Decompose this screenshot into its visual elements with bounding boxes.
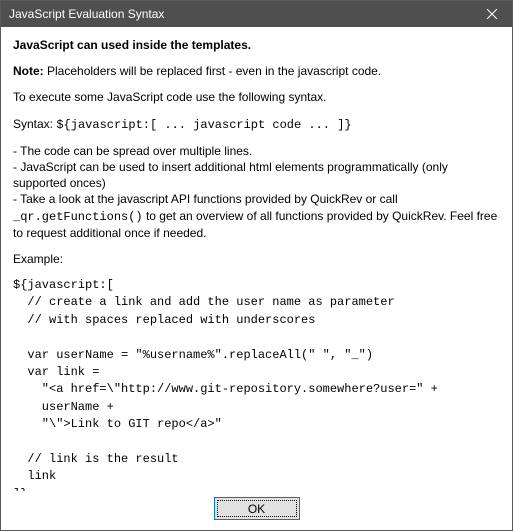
button-row: OK	[1, 491, 512, 530]
note-placeholders: Note: Placeholders will be replaced firs…	[13, 63, 500, 79]
note-label: Note:	[13, 64, 44, 78]
bullet-code: _qr.getFunctions()	[13, 210, 143, 224]
close-icon	[487, 9, 497, 19]
note-text: Placeholders will be replaced first - ev…	[44, 64, 382, 78]
titlebar: JavaScript Evaluation Syntax	[1, 1, 512, 27]
bullet-text-pre: - Take a look at the javascript API func…	[13, 192, 398, 206]
syntax-code: ${javascript:[ ... javascript code ... ]…	[56, 118, 351, 132]
dialog-content: JavaScript can used inside the templates…	[1, 27, 512, 491]
dialog-window: JavaScript Evaluation Syntax JavaScript …	[0, 0, 513, 531]
close-button[interactable]	[472, 1, 512, 27]
list-item: - Take a look at the javascript API func…	[13, 191, 500, 241]
window-title: JavaScript Evaluation Syntax	[9, 7, 472, 21]
ok-button[interactable]: OK	[214, 497, 300, 520]
example-label: Example:	[13, 251, 500, 267]
content-heading: JavaScript can used inside the templates…	[13, 37, 500, 53]
intro-text: To execute some JavaScript code use the …	[13, 89, 500, 105]
list-item: - JavaScript can be used to insert addit…	[13, 159, 500, 191]
list-item: - The code can be spread over multiple l…	[13, 143, 500, 159]
syntax-line: Syntax: ${javascript:[ ... javascript co…	[13, 116, 500, 133]
example-code: ${javascript:[ // create a link and add …	[13, 277, 500, 491]
syntax-label: Syntax:	[13, 117, 56, 131]
bullet-list: - The code can be spread over multiple l…	[13, 143, 500, 241]
